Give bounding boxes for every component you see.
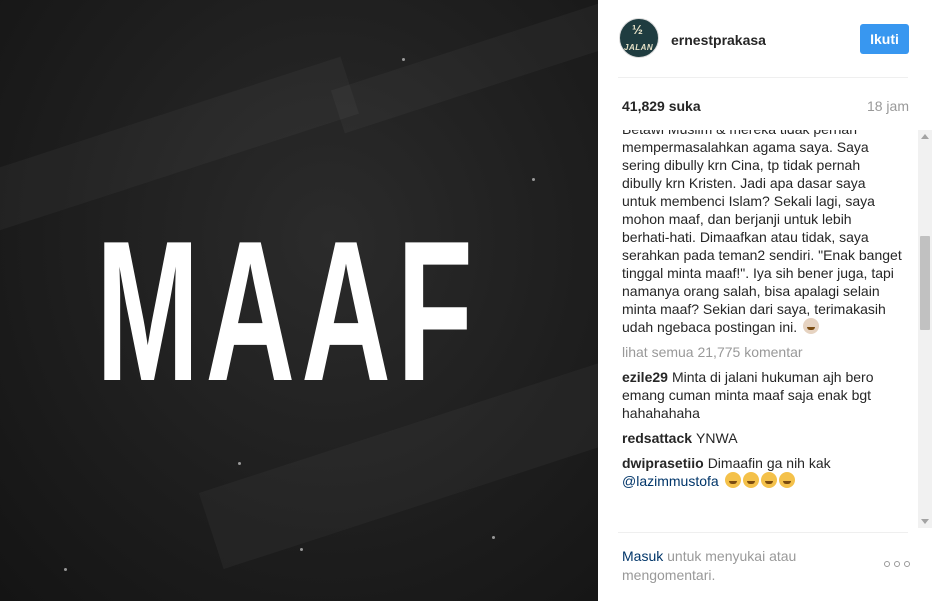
comment-author[interactable]: ezile29 (622, 369, 668, 385)
more-dot-icon (904, 561, 910, 567)
more-dot-icon (894, 561, 900, 567)
follow-button[interactable]: Ikuti (860, 24, 909, 54)
comment-author[interactable]: redsattack (622, 430, 692, 446)
comment-item: dwiprasetiio Dimaafin ga nih kak @lazimmu… (622, 454, 902, 490)
scroll-down-arrow-icon[interactable] (921, 519, 929, 524)
comment-mention-link[interactable]: @lazimmustofa (622, 473, 719, 489)
comments-scrollbar[interactable] (918, 130, 932, 528)
comments-list[interactable]: Betawi Muslim & mereka tidak pernah memp… (618, 130, 922, 528)
comment-item: ezile29 Minta di jalani hukuman ajh bero … (622, 368, 902, 422)
caption-text: Betawi Muslim & mereka tidak pernah memp… (622, 130, 902, 335)
laughing-emoji-icon (724, 472, 741, 488)
more-options-button[interactable] (884, 559, 910, 569)
scroll-up-arrow-icon[interactable] (921, 134, 929, 139)
more-dot-icon (884, 561, 890, 567)
username-link[interactable]: ernestprakasa (671, 32, 766, 48)
comment-text: Dimaafin ga nih kak (707, 455, 831, 471)
post-header: ½ JALAN ernestprakasa Ikuti (598, 0, 933, 78)
login-prompt: Masuk untuk menyukai atau mengomentari. (622, 547, 852, 585)
post-image-text: MAAF (96, 200, 479, 423)
likes-count[interactable]: 41,829 suka (622, 98, 701, 114)
post-time[interactable]: 18 jam (867, 98, 909, 114)
comment-text: YNWA (696, 430, 738, 446)
likes-row: 41,829 suka 18 jam (622, 98, 909, 118)
header-divider (618, 77, 908, 78)
view-all-comments-link[interactable]: lihat semua 21,775 komentar (622, 343, 902, 361)
avatar[interactable]: ½ JALAN (619, 18, 659, 58)
laughing-emoji-icon (778, 472, 795, 488)
person-emoji-icon (803, 318, 820, 334)
post-image: MAAF (0, 0, 598, 601)
avatar-text-top: ½ (632, 22, 643, 37)
comment-item: redsattack YNWA (622, 429, 902, 447)
post-caption: Betawi Muslim & mereka tidak pernah memp… (622, 130, 902, 336)
avatar-text-bottom: JALAN (624, 43, 654, 52)
footer-divider (618, 532, 908, 533)
laughing-emoji-icon (760, 472, 777, 488)
laughing-emoji-icon (742, 472, 759, 488)
post-footer: Masuk untuk menyukai atau mengomentari. (598, 532, 933, 601)
post-panel: ½ JALAN ernestprakasa Ikuti 41,829 suka … (598, 0, 933, 601)
scrollbar-thumb[interactable] (920, 236, 930, 330)
login-link[interactable]: Masuk (622, 548, 663, 564)
comment-author[interactable]: dwiprasetiio (622, 455, 704, 471)
